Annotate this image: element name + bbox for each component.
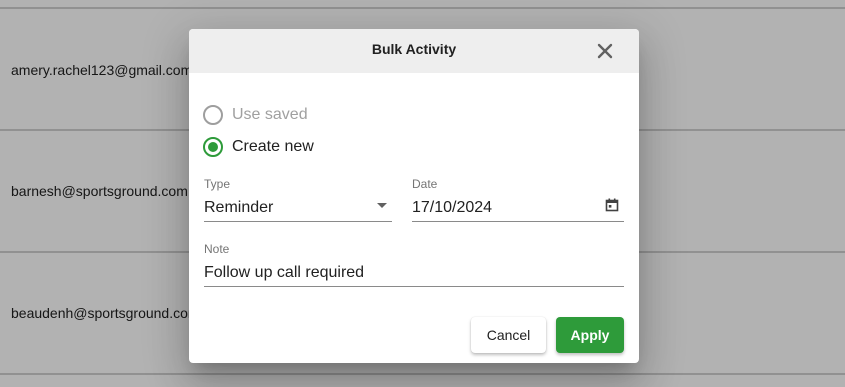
note-label: Note [204, 242, 230, 256]
note-value: Follow up call required [204, 264, 365, 281]
type-select[interactable]: Type Reminder [204, 177, 392, 222]
type-value: Reminder [204, 199, 274, 216]
calendar-icon [605, 198, 619, 212]
use-saved-radio[interactable]: Use saved [203, 103, 308, 127]
create-new-label: Create new [232, 138, 314, 155]
type-label: Type [204, 177, 231, 191]
date-label: Date [412, 177, 438, 191]
type-underline [204, 221, 392, 222]
close-button[interactable] [594, 40, 616, 62]
note-input[interactable]: Note Follow up call required [204, 242, 624, 287]
note-underline [204, 286, 624, 287]
close-icon [597, 43, 613, 59]
radio-dot [208, 142, 218, 152]
radio-button-unchecked [203, 105, 223, 125]
create-new-radio[interactable]: Create new [203, 135, 314, 159]
apply-button[interactable]: Apply [556, 317, 624, 353]
cancel-button[interactable]: Cancel [471, 317, 546, 353]
dialog-title: Bulk Activity [371, 41, 457, 57]
calendar-button[interactable] [605, 198, 619, 212]
date-input[interactable]: Date 17/10/2024 [412, 177, 624, 222]
dialog-header: Bulk Activity [189, 29, 639, 73]
date-underline [412, 221, 624, 222]
bulk-activity-dialog: Bulk Activity Use saved Create new Type … [189, 29, 639, 363]
use-saved-label: Use saved [232, 106, 308, 123]
radio-button-checked [203, 137, 223, 157]
date-value: 17/10/2024 [412, 199, 493, 216]
chevron-down-icon [377, 203, 387, 208]
